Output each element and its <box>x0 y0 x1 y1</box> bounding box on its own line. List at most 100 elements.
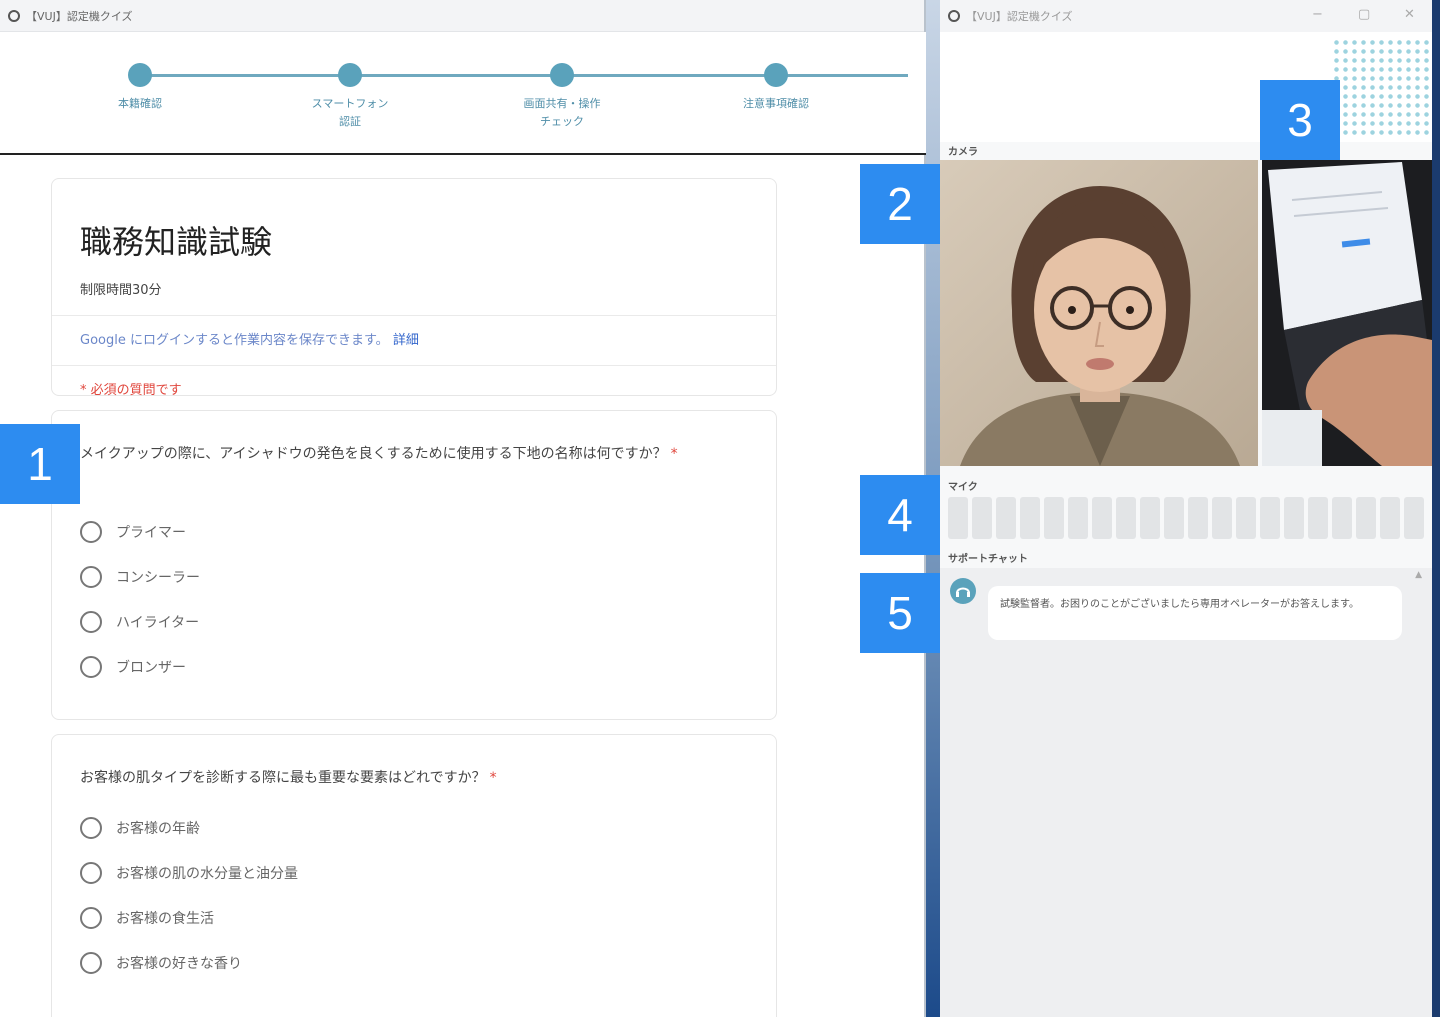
q1-option-2[interactable]: コンシーラー <box>80 566 200 588</box>
app-icon <box>8 9 20 22</box>
mic-bar <box>1380 497 1400 539</box>
details-link[interactable]: 詳細 <box>393 333 419 348</box>
mic-bar <box>1356 497 1376 539</box>
headset-icon <box>951 579 975 603</box>
q2-option-4[interactable]: お客様の好きな香り <box>80 952 242 974</box>
mic-bar <box>1164 497 1184 539</box>
minimize-icon[interactable]: − <box>1312 7 1323 22</box>
form-scroll-area[interactable]: 職務知識試験 制限時間30分 Google にログインすると作業内容を保存できま… <box>0 156 924 1017</box>
callout-2: 2 <box>860 164 940 244</box>
exam-window: 【VUJ】認定機クイズ 本籍確認 スマートフォン 認証 画面共有・操作 チェック… <box>0 0 926 1017</box>
exam-window-title: 【VUJ】認定機クイズ <box>26 9 133 23</box>
mic-bar <box>1212 497 1232 539</box>
required-asterisk: * <box>670 446 678 462</box>
form-title: 職務知識試験 <box>80 223 273 261</box>
divider <box>52 365 776 366</box>
mic-bar <box>1260 497 1280 539</box>
required-note: * 必須の質問です <box>80 383 182 398</box>
mic-bar <box>1116 497 1136 539</box>
mic-bar <box>1092 497 1112 539</box>
callout-3: 3 <box>1260 80 1340 160</box>
mic-bar <box>1332 497 1352 539</box>
step-2: スマートフォン 認証 <box>270 63 430 131</box>
support-bot-avatar <box>950 578 976 604</box>
mic-label: マイク <box>948 482 978 493</box>
question-2-label: お客様の肌タイプを診断する際に最も重要な要素はどれですか？ <box>80 770 486 786</box>
camera-feed-face <box>940 160 1258 466</box>
q2-option-1[interactable]: お客様の年齢 <box>80 817 200 839</box>
q2-option-3[interactable]: お客様の食生活 <box>80 907 214 929</box>
step-4-label: 注意事項確認 <box>743 97 809 110</box>
radio-button[interactable] <box>80 611 102 633</box>
proctor-window-titlebar: 【VUJ】認定機クイズ − ▢ ✕ <box>940 0 1432 32</box>
divider <box>52 315 776 316</box>
mic-bar <box>1068 497 1088 539</box>
step-3-label: 画面共有・操作 チェック <box>523 97 601 128</box>
option-label: お客様の肌の水分量と油分量 <box>116 866 298 882</box>
mic-bar <box>996 497 1016 539</box>
close-icon[interactable]: ✕ <box>1404 7 1415 22</box>
support-chat-area[interactable]: ▲ 試験監督者。お困りのことがございましたら専用オペレーターがお答えします。 <box>940 568 1432 1017</box>
form-header-card: 職務知識試験 制限時間30分 Google にログインすると作業内容を保存できま… <box>51 178 777 398</box>
radio-button[interactable] <box>80 817 102 839</box>
option-label: ブロンザー <box>116 660 186 676</box>
mic-bar <box>1404 497 1424 539</box>
option-label: お客様の好きな香り <box>116 956 242 972</box>
mic-bar <box>1284 497 1304 539</box>
option-label: ハイライター <box>116 615 200 631</box>
exam-window-titlebar: 【VUJ】認定機クイズ <box>0 0 924 32</box>
step-3-dot <box>550 63 574 87</box>
mic-bar <box>972 497 992 539</box>
time-limit-text: 制限時間30分 <box>80 283 162 298</box>
mic-bar <box>1308 497 1328 539</box>
option-label: お客様の食生活 <box>116 911 214 927</box>
camera-feed-desk <box>1262 160 1432 466</box>
question-1-label: メイクアップの際に、アイシャドウの発色を良くするために使用する下地の名称は何です… <box>80 446 667 462</box>
option-label: お客様の年齢 <box>116 821 200 837</box>
q1-option-4[interactable]: ブロンザー <box>80 656 186 678</box>
question-2-text: お客様の肌タイプを診断する際に最も重要な要素はどれですか？ * <box>80 765 760 791</box>
mic-bar <box>1140 497 1160 539</box>
q1-option-3[interactable]: ハイライター <box>80 611 199 633</box>
camera-label: カメラ <box>948 147 978 158</box>
radio-button[interactable] <box>80 862 102 884</box>
maximize-icon[interactable]: ▢ <box>1358 7 1370 22</box>
step-4-dot <box>764 63 788 87</box>
mic-bar <box>1188 497 1208 539</box>
login-note-text: Google にログインすると作業内容を保存できます。 <box>80 333 389 348</box>
scroll-up-icon[interactable]: ▲ <box>1415 570 1422 580</box>
chat-message: 試験監督者。お困りのことがございましたら専用オペレーターがお答えします。 <box>988 586 1402 640</box>
radio-button[interactable] <box>80 907 102 929</box>
step-1: 本籍確認 <box>60 63 220 113</box>
step-1-dot <box>128 63 152 87</box>
step-2-label: スマートフォン 認証 <box>311 97 389 128</box>
radio-button[interactable] <box>80 521 102 543</box>
q2-option-2[interactable]: お客様の肌の水分量と油分量 <box>80 862 298 884</box>
radio-button[interactable] <box>80 656 102 678</box>
webcam-desk-image <box>1262 160 1432 466</box>
mic-bar <box>1236 497 1256 539</box>
callout-5: 5 <box>860 573 940 653</box>
proctor-window-title: 【VUJ】認定機クイズ <box>966 10 1073 23</box>
callout-1: 1 <box>0 424 80 504</box>
support-chat-label: サポートチャット <box>948 554 1028 565</box>
mic-level-meter <box>948 497 1424 539</box>
question-1-text: メイクアップの際に、アイシャドウの発色を良くするために使用する下地の名称は何です… <box>80 441 760 467</box>
q1-option-1[interactable]: プライマー <box>80 521 186 543</box>
mic-bar <box>1020 497 1040 539</box>
progress-stepper: 本籍確認 スマートフォン 認証 画面共有・操作 チェック 注意事項確認 <box>0 32 926 155</box>
radio-button[interactable] <box>80 566 102 588</box>
step-2-dot <box>338 63 362 87</box>
radio-button[interactable] <box>80 952 102 974</box>
step-4: 注意事項確認 <box>696 63 856 113</box>
mic-bar <box>948 497 968 539</box>
app-icon <box>948 10 960 22</box>
question-card-2: お客様の肌タイプを診断する際に最も重要な要素はどれですか？ * お客様の年齢 お客… <box>51 734 777 1017</box>
webcam-face-image <box>940 160 1258 466</box>
dot-pattern-decoration <box>1332 38 1432 138</box>
login-note: Google にログインすると作業内容を保存できます。 詳細 <box>80 329 419 348</box>
callout-4: 4 <box>860 475 940 555</box>
option-label: コンシーラー <box>116 570 200 586</box>
step-1-label: 本籍確認 <box>118 97 162 110</box>
option-label: プライマー <box>116 525 186 541</box>
